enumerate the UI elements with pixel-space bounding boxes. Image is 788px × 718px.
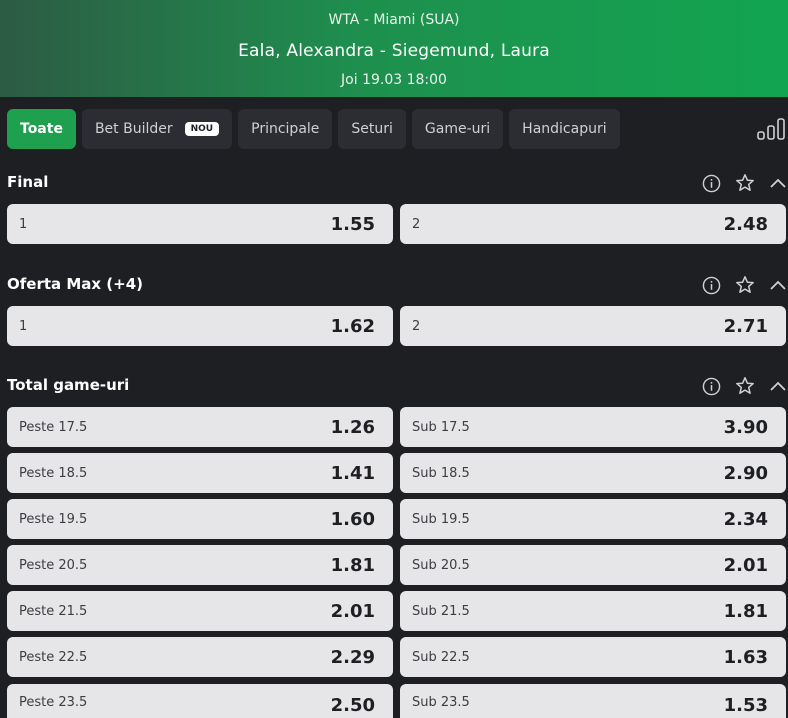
section-title-oferta-max: Oferta Max (+4) — [7, 275, 144, 293]
odd-label: 1 — [19, 216, 28, 232]
odd-label: Sub 20.5 — [412, 557, 470, 573]
event-header: WTA - Miami (SUA) Eala, Alexandra - Sieg… — [0, 0, 788, 97]
tab-handicapuri[interactable]: Handicapuri — [509, 109, 620, 149]
odd-label: Sub 22.5 — [412, 649, 470, 665]
bar-chart-icon[interactable] — [757, 118, 785, 140]
odd-button[interactable]: Peste 19.5 1.60 — [7, 499, 393, 539]
odd-value: 2.90 — [723, 462, 768, 484]
odd-button[interactable]: Peste 22.5 2.29 — [7, 637, 393, 677]
section-actions — [702, 376, 787, 396]
odd-label: Peste 23.5 — [19, 695, 88, 710]
tab-label: Game-uri — [424, 121, 491, 137]
info-icon[interactable] — [702, 174, 721, 193]
odd-value: 1.26 — [330, 416, 375, 438]
chevron-up-icon[interactable] — [769, 177, 787, 189]
odd-button[interactable]: 2 2.48 — [400, 204, 786, 244]
star-icon[interactable] — [735, 173, 755, 193]
league-title: WTA - Miami (SUA) — [328, 12, 460, 28]
section-title-final: Final — [7, 173, 49, 191]
odd-value: 1.81 — [723, 600, 768, 622]
odd-label: Peste 18.5 — [19, 465, 88, 481]
odd-label: Peste 20.5 — [19, 557, 88, 573]
odd-label: Peste 22.5 — [19, 649, 88, 665]
odd-value: 1.63 — [723, 646, 768, 668]
odd-button[interactable]: 2 2.71 — [400, 306, 786, 346]
odd-button[interactable]: 1 1.62 — [7, 306, 393, 346]
star-icon[interactable] — [735, 275, 755, 295]
odd-button[interactable]: Peste 20.5 1.81 — [7, 545, 393, 585]
odd-value: 1.53 — [723, 695, 768, 716]
tab-label: Bet Builder — [94, 121, 173, 137]
market-tabs: Toate Bet Builder NOU Principale Seturi … — [7, 109, 620, 149]
odd-value: 2.01 — [723, 554, 768, 576]
odd-label: Peste 19.5 — [19, 511, 88, 527]
tab-game-uri[interactable]: Game-uri — [411, 109, 504, 149]
odd-button[interactable]: Sub 19.5 2.34 — [400, 499, 786, 539]
odd-value: 1.55 — [330, 213, 375, 235]
info-icon[interactable] — [702, 276, 721, 295]
odd-button[interactable]: 1 1.55 — [7, 204, 393, 244]
match-datetime: Joi 19.03 18:00 — [341, 72, 447, 88]
chevron-up-icon[interactable] — [769, 380, 787, 392]
tab-label: Principale — [251, 121, 320, 137]
tab-label: Toate — [20, 121, 63, 137]
odd-value: 3.90 — [723, 416, 768, 438]
odd-button[interactable]: Sub 23.5 1.53 — [400, 684, 786, 718]
odd-label: Peste 21.5 — [19, 603, 88, 619]
tab-bet-builder[interactable]: Bet Builder NOU — [81, 109, 233, 149]
star-icon[interactable] — [735, 376, 755, 396]
tab-seturi[interactable]: Seturi — [338, 109, 406, 149]
tab-principale[interactable]: Principale — [238, 109, 333, 149]
odd-value: 1.62 — [330, 315, 375, 337]
odd-value: 1.41 — [330, 462, 375, 484]
odd-label: 1 — [19, 318, 28, 334]
odd-label: Sub 18.5 — [412, 465, 470, 481]
odd-button[interactable]: Sub 22.5 1.63 — [400, 637, 786, 677]
section-actions — [702, 173, 787, 193]
odd-button[interactable]: Sub 18.5 2.90 — [400, 453, 786, 493]
chevron-up-icon[interactable] — [769, 279, 787, 291]
odd-value: 2.48 — [723, 213, 768, 235]
odd-button[interactable]: Peste 23.5 2.50 — [7, 684, 393, 718]
odd-button[interactable]: Sub 20.5 2.01 — [400, 545, 786, 585]
odd-value: 2.01 — [330, 600, 375, 622]
odd-value: 2.34 — [723, 508, 768, 530]
odd-label: Sub 17.5 — [412, 419, 470, 435]
odd-label: Peste 17.5 — [19, 419, 88, 435]
odd-label: Sub 23.5 — [412, 695, 470, 710]
odd-button[interactable]: Peste 21.5 2.01 — [7, 591, 393, 631]
odd-button[interactable]: Sub 17.5 3.90 — [400, 407, 786, 447]
info-icon[interactable] — [702, 377, 721, 396]
odd-label: Sub 21.5 — [412, 603, 470, 619]
odd-button[interactable]: Sub 21.5 1.81 — [400, 591, 786, 631]
odd-label: 2 — [412, 318, 421, 334]
section-title-total-game-uri: Total game-uri — [7, 376, 130, 394]
odd-value: 2.71 — [723, 315, 768, 337]
odd-label: Sub 19.5 — [412, 511, 470, 527]
match-title: Eala, Alexandra - Siegemund, Laura — [238, 41, 550, 61]
odd-value: 2.29 — [330, 646, 375, 668]
tab-toate[interactable]: Toate — [7, 109, 76, 149]
odd-value: 1.60 — [330, 508, 375, 530]
odd-value: 1.81 — [330, 554, 375, 576]
odd-value: 2.50 — [330, 695, 375, 716]
odd-button[interactable]: Peste 18.5 1.41 — [7, 453, 393, 493]
odd-label: 2 — [412, 216, 421, 232]
tab-label: Handicapuri — [522, 121, 607, 137]
tab-label: Seturi — [351, 121, 393, 137]
odd-button[interactable]: Peste 17.5 1.26 — [7, 407, 393, 447]
section-actions — [702, 275, 787, 295]
new-badge: NOU — [184, 122, 220, 136]
